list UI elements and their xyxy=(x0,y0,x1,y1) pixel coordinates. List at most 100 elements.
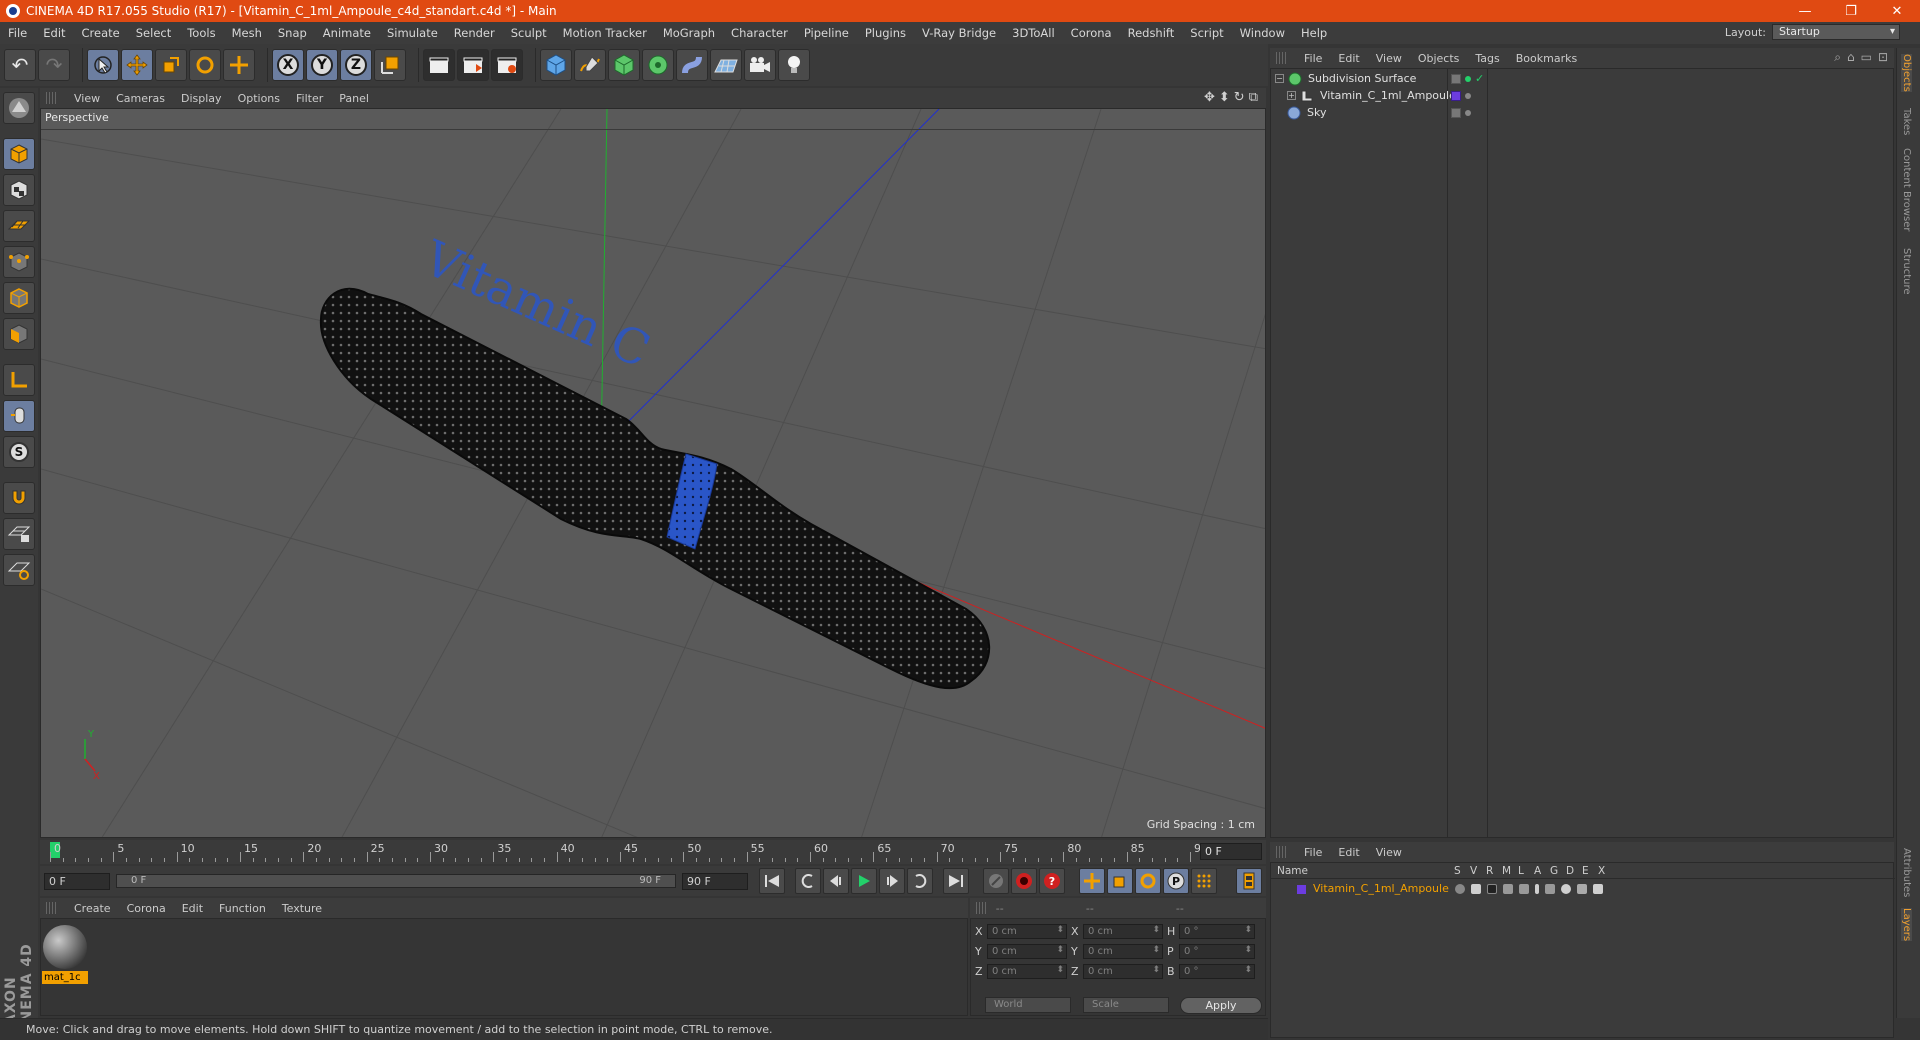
menu-file[interactable]: File xyxy=(0,26,35,40)
menu-mograph[interactable]: MoGraph xyxy=(655,26,723,40)
position-z-field[interactable]: 0 cm xyxy=(987,964,1067,979)
position-y-field[interactable]: 0 cm xyxy=(987,944,1067,959)
layer-menu-edit[interactable]: Edit xyxy=(1330,846,1367,859)
snap-button[interactable] xyxy=(3,482,35,514)
scale-tool-button[interactable] xyxy=(155,49,187,81)
link-icon[interactable]: ▭ xyxy=(1861,50,1872,65)
move-tool-button[interactable] xyxy=(121,49,153,81)
viewport-menu-options[interactable]: Options xyxy=(230,92,288,105)
viewport-menu-cameras[interactable]: Cameras xyxy=(108,92,173,105)
tab-takes[interactable]: Takes xyxy=(1901,108,1912,135)
lock-icon[interactable] xyxy=(1519,884,1529,894)
add-deformer-button[interactable] xyxy=(676,49,708,81)
axis-mode-button[interactable] xyxy=(3,364,35,396)
object-name[interactable]: Vitamin_C_1ml_Ampoule xyxy=(1320,89,1456,102)
menu-vray-bridge[interactable]: V-Ray Bridge xyxy=(914,26,1004,40)
menu-create[interactable]: Create xyxy=(74,26,128,40)
model-mode-button[interactable] xyxy=(3,138,35,170)
object-row-sky[interactable]: Sky xyxy=(1271,104,1895,121)
menu-plugins[interactable]: Plugins xyxy=(857,26,914,40)
render-view-button[interactable] xyxy=(423,49,455,81)
key-scale-button[interactable] xyxy=(1107,868,1133,894)
workplane-mode-button[interactable] xyxy=(3,210,35,242)
coordinate-space-dropdown[interactable]: World xyxy=(985,997,1071,1013)
menu-tools[interactable]: Tools xyxy=(179,26,223,40)
viewport-menu-view[interactable]: View xyxy=(66,92,108,105)
minimize-button[interactable]: — xyxy=(1782,0,1828,22)
layer-color-icon[interactable] xyxy=(1451,90,1461,101)
material-menu-function[interactable]: Function xyxy=(211,902,274,915)
lock-z-axis-button[interactable]: Z xyxy=(340,49,372,81)
pan-view-icon[interactable]: ✥ xyxy=(1204,90,1215,105)
viewport-menu-display[interactable]: Display xyxy=(173,92,230,105)
xref-icon[interactable] xyxy=(1593,884,1603,894)
size-z-field[interactable]: 0 cm xyxy=(1083,964,1163,979)
rotate-tool-button[interactable] xyxy=(189,49,221,81)
play-button[interactable] xyxy=(851,868,877,894)
menu-window[interactable]: Window xyxy=(1232,26,1293,40)
points-mode-button[interactable] xyxy=(3,246,35,278)
next-key-button[interactable] xyxy=(907,868,933,894)
render-icon[interactable] xyxy=(1487,884,1497,894)
editor-visibility-icon[interactable] xyxy=(1465,109,1471,116)
add-floor-button[interactable] xyxy=(710,49,742,81)
tab-structure[interactable]: Structure xyxy=(1901,248,1912,295)
timeline-window-button[interactable] xyxy=(1236,868,1262,894)
layer-toggle-icon[interactable] xyxy=(1451,107,1461,118)
material-menu-edit[interactable]: Edit xyxy=(174,902,211,915)
add-subdivision-button[interactable] xyxy=(608,49,640,81)
position-x-field[interactable]: 0 cm xyxy=(987,924,1067,939)
material-name-label[interactable]: mat_1c xyxy=(42,971,88,984)
menu-corona[interactable]: Corona xyxy=(1063,26,1120,40)
autokeying-button[interactable] xyxy=(1011,868,1037,894)
render-to-picture-viewer-button[interactable] xyxy=(457,49,489,81)
column-xref-header[interactable]: X xyxy=(1598,865,1605,877)
redo-button[interactable]: ↷ xyxy=(38,49,70,81)
timeline-ruler[interactable]: 051015202530354045505560657075808590 xyxy=(50,840,1208,864)
preview-range-slider[interactable]: 0 F 90 F xyxy=(116,874,676,888)
column-locked-header[interactable]: L xyxy=(1518,865,1524,877)
timeline[interactable]: 051015202530354045505560657075808590 0 F xyxy=(40,840,1266,864)
edit-render-settings-button[interactable] xyxy=(491,49,523,81)
apply-button[interactable]: Apply xyxy=(1180,997,1262,1014)
menu-redshift[interactable]: Redshift xyxy=(1120,26,1183,40)
column-animation-header[interactable]: A xyxy=(1534,865,1541,877)
column-deformers-header[interactable]: D xyxy=(1566,865,1574,877)
column-expressions-header[interactable]: E xyxy=(1582,865,1589,877)
layer-row[interactable]: Vitamin_C_1ml_Ampoule xyxy=(1271,881,1895,898)
menu-pipeline[interactable]: Pipeline xyxy=(796,26,857,40)
rotation-h-field[interactable]: 0 ° xyxy=(1179,924,1255,939)
zoom-view-icon[interactable]: ⬍ xyxy=(1219,90,1230,105)
key-point-level-button[interactable] xyxy=(1191,868,1217,894)
column-solo-header[interactable]: S xyxy=(1454,865,1461,877)
add-cube-button[interactable] xyxy=(540,49,572,81)
lock-x-axis-button[interactable]: X xyxy=(272,49,304,81)
start-frame-field[interactable]: 0 F xyxy=(44,872,110,890)
layout-dropdown[interactable]: Startup xyxy=(1772,24,1900,40)
menu-simulate[interactable]: Simulate xyxy=(379,26,446,40)
menu-mesh[interactable]: Mesh xyxy=(224,26,270,40)
deformer-icon[interactable] xyxy=(1561,884,1571,894)
tab-layers[interactable]: Layers xyxy=(1901,908,1912,942)
object-name[interactable]: Sky xyxy=(1307,106,1326,119)
menu-sculpt[interactable]: Sculpt xyxy=(503,26,555,40)
planar-workplane-button[interactable] xyxy=(3,554,35,586)
end-frame-field[interactable]: 90 F xyxy=(682,872,748,890)
editor-visibility-icon[interactable] xyxy=(1465,75,1471,82)
object-row-subdivision-surface[interactable]: − Subdivision Surface ✓ xyxy=(1271,70,1895,87)
menu-animate[interactable]: Animate xyxy=(315,26,379,40)
menu-select[interactable]: Select xyxy=(128,26,179,40)
solo-mode-button[interactable]: S xyxy=(3,436,35,468)
live-selection-button[interactable] xyxy=(87,49,119,81)
tab-attributes[interactable]: Attributes xyxy=(1901,848,1912,897)
key-position-button[interactable] xyxy=(1079,868,1105,894)
lock-y-axis-button[interactable]: Y xyxy=(306,49,338,81)
object-menu-edit[interactable]: Edit xyxy=(1330,52,1367,65)
generator-icon[interactable] xyxy=(1545,884,1555,894)
tweak-mode-button[interactable] xyxy=(3,400,35,432)
rotation-b-field[interactable]: 0 ° xyxy=(1179,964,1255,979)
texture-mode-button[interactable] xyxy=(3,174,35,206)
column-generators-header[interactable]: G xyxy=(1550,865,1558,877)
menu-3dtoall[interactable]: 3DToAll xyxy=(1004,26,1063,40)
material-manager[interactable]: mat_1c xyxy=(40,918,968,1016)
